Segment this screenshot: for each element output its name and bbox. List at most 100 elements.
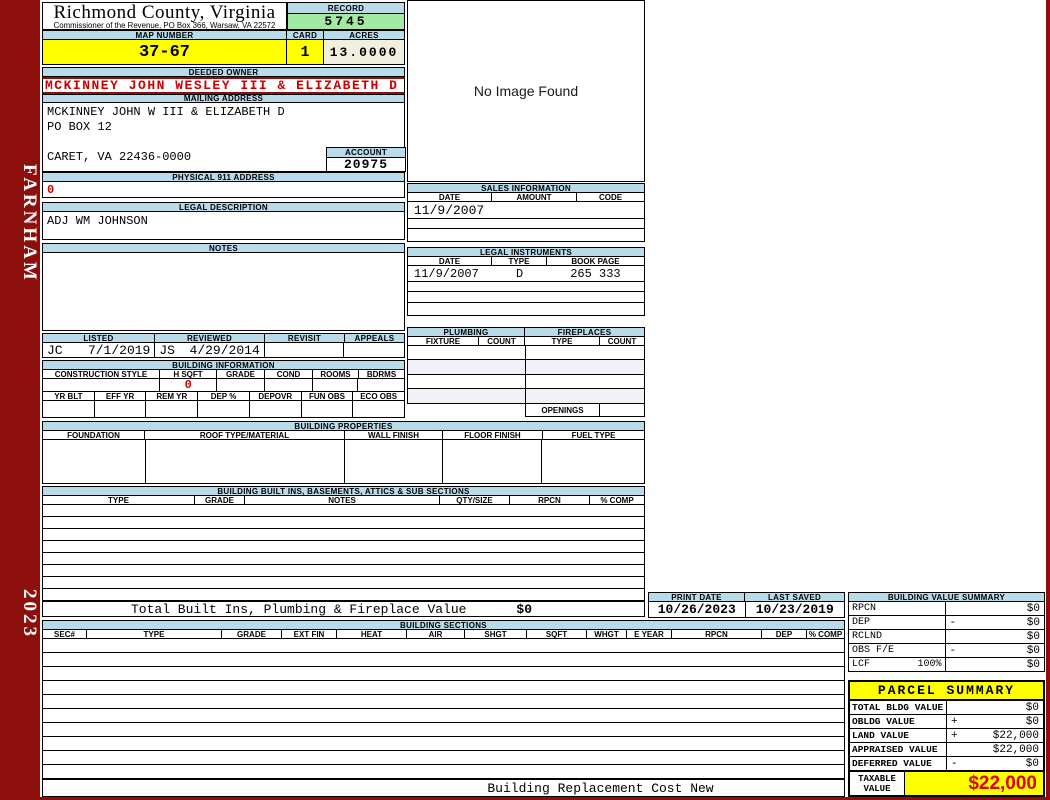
- summary-row: RPCN $0: [848, 602, 1045, 616]
- revisit-value: [265, 343, 345, 357]
- listed-label: LISTED: [42, 333, 155, 343]
- account-box: ACCOUNT 20975: [326, 147, 406, 172]
- building-info-values-1: 0: [42, 378, 405, 392]
- deeded-owner-label: DEEDED OWNER: [42, 67, 405, 77]
- notes-label: NOTES: [42, 243, 405, 253]
- reviewed-label: REVIEWED: [155, 333, 265, 343]
- empty-row: [407, 346, 645, 360]
- listed-by: JC: [47, 342, 63, 358]
- empty-row: [42, 577, 645, 589]
- empty-row: [42, 529, 645, 541]
- instrument-date: 11/9/2007: [414, 266, 479, 281]
- parcel-summary: PARCEL SUMMARY TOTAL BLDG VALUE $0 OBLDG…: [848, 680, 1045, 797]
- empty-row: [407, 389, 645, 404]
- mailing-address-label: MAILING ADDRESS: [42, 94, 405, 103]
- legal-instruments-rows: 11/9/2007 D 265 333: [407, 266, 645, 316]
- empty-row: [407, 375, 645, 389]
- reviewed-value: JS 4/29/2014: [155, 342, 265, 358]
- listed-value: JC 7/1/2019: [43, 342, 156, 358]
- taxable-value-row: TAXABLE VALUE $22,000: [848, 771, 1045, 797]
- reviewed-date: 4/29/2014: [189, 342, 260, 358]
- property-photo-placeholder: No Image Found: [407, 0, 645, 182]
- summary-row: OBS F/E - $0: [848, 644, 1045, 658]
- empty-row: [42, 517, 645, 529]
- summary-row: RCLND $0: [848, 630, 1045, 644]
- last-saved-value: 10/23/2019: [755, 602, 834, 617]
- mailing-address-block: MCKINNEY JOHN W III & ELIZABETH D PO BOX…: [42, 103, 406, 172]
- review-values: JC 7/1/2019 JS 4/29/2014: [42, 343, 405, 358]
- building-sections-title: BUILDING SECTIONS: [42, 620, 845, 630]
- record-number: 5745: [287, 14, 405, 30]
- openings-count: [600, 404, 645, 417]
- plumbing-fireplaces-titles: PLUMBING FIREPLACES: [407, 327, 645, 337]
- parcel-row: DEFERRED VALUE - $0: [848, 757, 1045, 771]
- empty-row: [42, 565, 645, 577]
- building-value-summary-rows: RPCN $0 DEP - $0 RCLND $0 OBS F/E - $0 LCF…: [848, 602, 1045, 672]
- empty-row: [42, 589, 645, 601]
- revisit-label: REVISIT: [265, 333, 345, 343]
- tax-year-label: 2023: [19, 589, 40, 639]
- empty-row: [42, 709, 845, 723]
- taxable-value: $22,000: [905, 772, 1043, 795]
- no-image-text: No Image Found: [473, 83, 579, 99]
- parcel-summary-title: PARCEL SUMMARY: [848, 680, 1045, 701]
- empty-row: [42, 639, 845, 653]
- county-title: Richmond County, Virginia: [53, 2, 276, 23]
- empty-row: [42, 751, 845, 765]
- built-ins-total-value: $0: [516, 601, 532, 617]
- grade-value: [217, 379, 265, 391]
- district-label: FARNHAM: [19, 163, 40, 283]
- openings-label: OPENINGS: [525, 404, 600, 417]
- map-card-acres-headers: MAP NUMBER CARD ACRES: [42, 30, 405, 40]
- card-content: Richmond County, Virginia Commissioner o…: [40, 0, 1046, 797]
- appeals-label: APPEALS: [345, 333, 405, 343]
- built-ins-total-row: Total Built Ins, Plumbing & Fireplace Va…: [42, 601, 645, 617]
- instrument-type: D: [515, 266, 524, 281]
- print-date-value: 10/26/2023: [649, 602, 746, 617]
- openings-row: OPENINGS: [525, 404, 645, 417]
- building-sections-footer: Building Replacement Cost New: [42, 779, 845, 797]
- taxable-value-label: TAXABLE VALUE: [850, 772, 905, 795]
- empty-row: [42, 553, 645, 565]
- building-info-headers-2: YR BLT EFF YR REM YR DEP % DEPOVR FUN OB…: [42, 392, 406, 401]
- empty-row: [42, 723, 845, 737]
- property-record-card: FARNHAM 2023 Richmond County, Virginia C…: [0, 0, 1050, 800]
- empty-row: [407, 229, 645, 242]
- sales-information-title: SALES INFORMATION: [407, 183, 645, 193]
- empty-row: [407, 360, 645, 375]
- reviewed-by: JS: [159, 342, 175, 358]
- building-value-summary-title: BUILDING VALUE SUMMARY: [848, 592, 1045, 602]
- acres-value: 13.0000: [324, 40, 405, 65]
- summary-row: DEP - $0: [848, 616, 1045, 630]
- built-ins-title: BUILDING BUILT INS, BASEMENTS, ATTICS & …: [42, 486, 645, 496]
- record-box: RECORD 5745: [287, 2, 405, 30]
- empty-row: [407, 303, 645, 316]
- county-subtitle: Commissioner of the Revenue, PO Box 366,…: [53, 21, 276, 30]
- h-sqft-value: 0: [160, 378, 218, 392]
- legal-description-label: LEGAL DESCRIPTION: [42, 202, 405, 212]
- fireplaces-title: FIREPLACES: [525, 327, 645, 337]
- legal-description-value: ADJ WM JOHNSON: [42, 212, 405, 240]
- notes-value: [42, 253, 405, 331]
- print-date-label: PRINT DATE: [648, 592, 745, 602]
- last-saved-label: LAST SAVED: [745, 592, 845, 602]
- sales-rows: 11/9/2007: [407, 202, 645, 242]
- empty-row: [42, 541, 645, 553]
- sale-date: 11/9/2007: [414, 202, 485, 218]
- legal-instruments-title: LEGAL INSTRUMENTS: [407, 247, 645, 257]
- map-card-acres-values: 37-67 1 13.0000: [42, 40, 405, 65]
- plumbing-title: PLUMBING: [407, 327, 525, 337]
- parcel-row: OBLDG VALUE + $0: [848, 715, 1045, 729]
- cond-value: [265, 379, 313, 391]
- built-ins-headers: TYPE GRADE NOTES QTY/SIZE RPCN % COMP: [42, 496, 645, 505]
- mailing-line: PO BOX 12: [47, 120, 112, 134]
- built-ins-rows: [42, 505, 645, 601]
- mailing-line: MCKINNEY JOHN W III & ELIZABETH D: [47, 105, 285, 119]
- print-info-headers: PRINT DATE LAST SAVED: [648, 592, 845, 602]
- county-header: Richmond County, Virginia Commissioner o…: [42, 2, 287, 30]
- construction-style-value: [43, 379, 161, 391]
- summary-row: LCF 100% $0: [848, 658, 1045, 672]
- physical-911-value: 0: [42, 182, 405, 198]
- building-properties-values: [42, 440, 645, 484]
- review-headers: LISTED REVIEWED REVISIT APPEALS: [42, 333, 405, 343]
